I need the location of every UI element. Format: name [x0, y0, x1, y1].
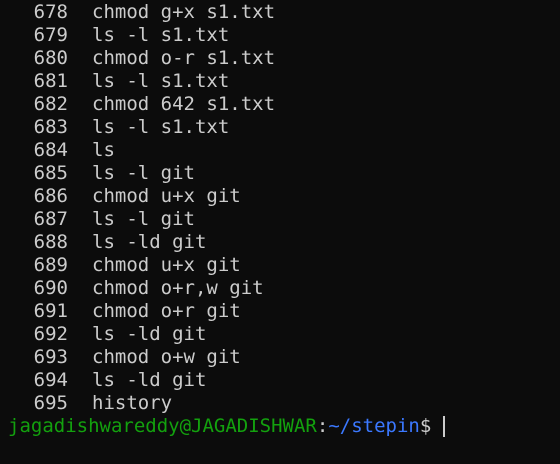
- history-command: ls -l s1.txt: [92, 116, 230, 138]
- history-number: 684: [33, 139, 68, 161]
- history-command: ls -l git: [92, 208, 195, 230]
- history-line: 683 ls -l s1.txt: [0, 116, 560, 139]
- history-line: 679 ls -l s1.txt: [0, 24, 560, 47]
- history-number: 679: [33, 24, 68, 46]
- history-line: 695 history: [0, 392, 560, 415]
- history-number: 694: [33, 369, 68, 391]
- history-line: 685 ls -l git: [0, 162, 560, 185]
- terminal-window[interactable]: 678 chmod g+x s1.txt 679 ls -l s1.txt 680 chm…: [0, 0, 560, 464]
- history-number: 693: [33, 346, 68, 368]
- prompt-colon: :: [316, 415, 329, 437]
- history-command: chmod o+r,w git: [92, 277, 264, 299]
- history-command: chmod o+w git: [92, 346, 241, 368]
- prompt-user-host: jagadishwareddy@JAGADISHWAR: [8, 415, 317, 437]
- history-command: ls -ld git: [92, 369, 207, 391]
- history-command: ls -l git: [92, 162, 195, 184]
- text-cursor[interactable]: [443, 416, 446, 437]
- history-number: 681: [33, 70, 68, 92]
- history-number: 691: [33, 300, 68, 322]
- history-line: 682 chmod 642 s1.txt: [0, 93, 560, 116]
- history-line: 694 ls -ld git: [0, 369, 560, 392]
- history-number: 682: [33, 93, 68, 115]
- history-number: 695: [33, 392, 68, 414]
- history-command: chmod o+r git: [92, 300, 241, 322]
- history-command: ls: [92, 139, 115, 161]
- history-command: ls -ld git: [92, 323, 207, 345]
- history-number: 687: [33, 208, 68, 230]
- history-line: 692 ls -ld git: [0, 323, 560, 346]
- history-command: ls -l s1.txt: [92, 70, 230, 92]
- history-line: 686 chmod u+x git: [0, 185, 560, 208]
- history-line: 690 chmod o+r,w git: [0, 277, 560, 300]
- shell-prompt[interactable]: jagadishwareddy@JAGADISHWAR: ~/stepin $: [0, 415, 560, 438]
- history-command: ls -l s1.txt: [92, 24, 230, 46]
- history-line: 678 chmod g+x s1.txt: [0, 1, 560, 24]
- history-line: 691 chmod o+r git: [0, 300, 560, 323]
- prompt-path: ~/stepin: [328, 415, 420, 437]
- history-number: 688: [33, 231, 68, 253]
- history-command: ls -ld git: [92, 231, 207, 253]
- history-line: 681 ls -l s1.txt: [0, 70, 560, 93]
- history-command: chmod u+x git: [92, 254, 241, 276]
- history-number: 680: [33, 47, 68, 69]
- history-number: 683: [33, 116, 68, 138]
- history-line: 693 chmod o+w git: [0, 346, 560, 369]
- history-line: 684 ls: [0, 139, 560, 162]
- history-number: 685: [33, 162, 68, 184]
- history-line: 689 chmod u+x git: [0, 254, 560, 277]
- history-command: chmod 642 s1.txt: [92, 93, 276, 115]
- prompt-symbol: $: [419, 415, 432, 437]
- history-command: chmod g+x s1.txt: [92, 1, 276, 23]
- history-command: history: [92, 392, 173, 414]
- history-number: 689: [33, 254, 68, 276]
- history-number: 678: [33, 1, 68, 23]
- history-number: 686: [33, 185, 68, 207]
- history-line: 687 ls -l git: [0, 208, 560, 231]
- history-number: 690: [33, 277, 68, 299]
- history-command: chmod o-r s1.txt: [92, 47, 276, 69]
- history-line: 680 chmod o-r s1.txt: [0, 47, 560, 70]
- history-command: chmod u+x git: [92, 185, 241, 207]
- history-line: 688 ls -ld git: [0, 231, 560, 254]
- history-output: 678 chmod g+x s1.txt 679 ls -l s1.txt 680 chm…: [0, 1, 560, 415]
- history-number: 692: [33, 323, 68, 345]
